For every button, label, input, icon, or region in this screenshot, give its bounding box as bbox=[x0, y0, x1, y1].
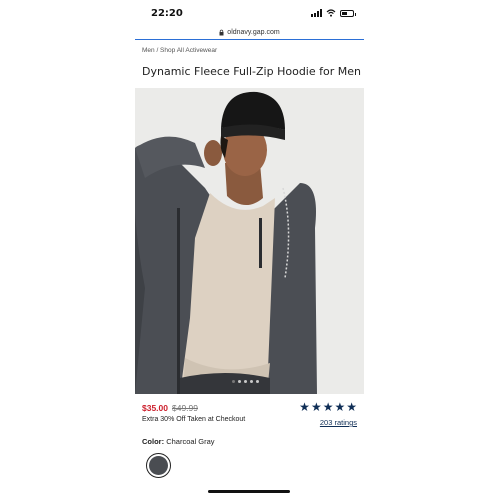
status-icons bbox=[311, 9, 356, 17]
star-icon: ★ bbox=[299, 400, 310, 414]
price-row: $35.00 $49.99 bbox=[142, 403, 198, 413]
url-text: oldnavy.gap.com bbox=[227, 29, 280, 36]
original-price: $49.99 bbox=[172, 403, 198, 413]
battery-icon bbox=[340, 9, 356, 17]
star-rating[interactable]: ★ ★ ★ ★ ★ bbox=[299, 401, 357, 413]
phone-screen: 22:20 oldnavy.gap.com Men / Shop All Act… bbox=[135, 0, 364, 498]
image-pagination[interactable] bbox=[232, 380, 259, 383]
star-icon: ★ bbox=[310, 400, 322, 414]
breadcrumb[interactable]: Men / Shop All Activewear bbox=[142, 47, 217, 54]
image-dot[interactable] bbox=[238, 380, 241, 383]
image-dot[interactable] bbox=[244, 380, 247, 383]
color-swatch-charcoal-gray[interactable] bbox=[146, 453, 171, 478]
star-icon: ★ bbox=[322, 400, 334, 414]
home-indicator[interactable] bbox=[208, 490, 290, 493]
address-bar-divider bbox=[135, 39, 364, 40]
image-dot[interactable] bbox=[256, 380, 259, 383]
product-image[interactable] bbox=[135, 88, 364, 394]
promo-text: Extra 30% Off Taken at Checkout bbox=[142, 416, 246, 423]
status-bar: 22:20 bbox=[135, 0, 364, 26]
ratings-link[interactable]: 203 ratings bbox=[320, 418, 357, 427]
product-title: Dynamic Fleece Full-Zip Hoodie for Men bbox=[142, 65, 361, 78]
star-icon: ★ bbox=[334, 400, 346, 414]
image-dot[interactable] bbox=[250, 380, 253, 383]
color-label: Color: bbox=[142, 437, 165, 446]
sale-price: $35.00 bbox=[142, 403, 168, 413]
wifi-icon bbox=[326, 9, 336, 17]
lock-icon bbox=[219, 29, 224, 36]
color-value: Charcoal Gray bbox=[166, 437, 215, 446]
status-time: 22:20 bbox=[151, 8, 183, 19]
cellular-signal-icon bbox=[311, 9, 322, 17]
star-icon: ★ bbox=[346, 400, 357, 414]
address-bar[interactable]: oldnavy.gap.com bbox=[135, 26, 364, 39]
image-dot[interactable] bbox=[232, 380, 235, 383]
model-photo bbox=[135, 88, 364, 394]
color-selection: Color: Charcoal Gray bbox=[142, 437, 215, 446]
